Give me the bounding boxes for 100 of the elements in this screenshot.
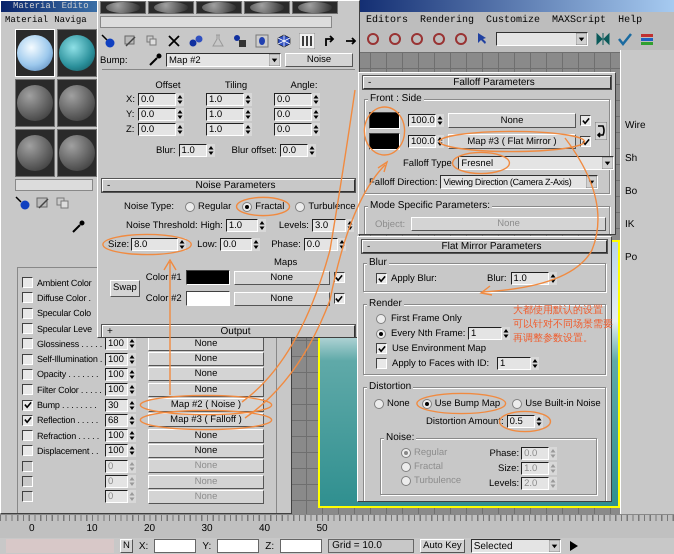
spinner-field[interactable]: 0.0 xyxy=(138,108,176,121)
spinner-arrows-icon[interactable] xyxy=(128,429,136,442)
cursor-icon[interactable] xyxy=(476,32,488,46)
horizontal-scrollbar[interactable] xyxy=(15,179,93,191)
spinner-arrows-icon[interactable] xyxy=(128,398,136,412)
arrow-pen-icon[interactable] xyxy=(35,196,51,210)
vertical-bars-icon[interactable] xyxy=(299,33,315,49)
falloff-direction-dropdown[interactable]: Viewing Direction (Camera Z-Axis) xyxy=(440,175,598,189)
rollout-toggle[interactable]: - xyxy=(364,77,378,88)
checkbox[interactable] xyxy=(22,368,33,380)
map-button[interactable]: None xyxy=(148,352,264,366)
map-type-button[interactable]: Noise xyxy=(285,53,353,67)
menu-item[interactable]: MAXScript xyxy=(552,15,606,26)
arrow-pen-icon[interactable] xyxy=(123,34,137,48)
spinner-arrows-icon[interactable] xyxy=(176,108,184,121)
spinner-field[interactable]: 100 xyxy=(105,337,128,350)
spinner-field[interactable]: 100 xyxy=(105,352,128,366)
coordinate-field[interactable] xyxy=(280,539,322,553)
align-icon[interactable] xyxy=(618,32,632,46)
radio-button[interactable] xyxy=(376,328,386,338)
spinner-arrows-icon[interactable] xyxy=(128,414,136,427)
layers-icon[interactable] xyxy=(640,32,654,46)
spinner-arrows-icon[interactable] xyxy=(244,123,252,136)
spinner-arrows-icon[interactable] xyxy=(176,93,184,106)
coordinate-field[interactable] xyxy=(154,539,196,553)
spinner-arrows-icon[interactable] xyxy=(252,238,260,251)
map-button[interactable]: Map #3 ( Flat Mirror ) xyxy=(448,134,576,149)
spinner-field[interactable]: 0.0 xyxy=(274,108,312,121)
checkbox[interactable] xyxy=(22,445,33,456)
spinner-field[interactable]: 0.0 xyxy=(274,123,312,136)
spinner-arrows-icon[interactable] xyxy=(244,93,252,106)
spinner-field[interactable]: 0.5 xyxy=(506,415,535,428)
spinner-arrows-icon[interactable] xyxy=(128,337,136,350)
spinner-arrows-icon[interactable] xyxy=(312,108,320,121)
checkbox[interactable] xyxy=(22,384,33,396)
spinner-field[interactable]: 0.0 xyxy=(138,93,176,106)
spinner-field[interactable]: 0.0 xyxy=(274,93,312,106)
dropdown-arrow-icon[interactable] xyxy=(576,33,587,45)
ball-disk-icon[interactable] xyxy=(233,34,247,48)
radio-button[interactable] xyxy=(422,398,432,408)
map-name-dropdown[interactable]: Map #2 xyxy=(166,53,281,67)
spinner-arrows-icon[interactable] xyxy=(176,123,184,136)
checkbox[interactable] xyxy=(580,115,591,126)
spinner-field[interactable]: 100 xyxy=(105,383,128,396)
spinner-field[interactable]: 1 xyxy=(497,357,531,370)
menu-item[interactable]: Naviga xyxy=(54,14,87,24)
horizontal-scrollbar[interactable] xyxy=(100,16,332,28)
rollout-header[interactable]: - Falloff Parameters xyxy=(363,76,611,89)
spinner-field[interactable]: 1.0 xyxy=(206,93,244,106)
spinner-field[interactable]: 100 xyxy=(105,429,128,442)
map-button[interactable]: None xyxy=(234,292,330,306)
spinner-field[interactable]: 1.0 xyxy=(178,144,207,157)
map-button[interactable]: None xyxy=(448,113,576,128)
copy-icon[interactable] xyxy=(55,196,71,210)
linked-balls-icon[interactable] xyxy=(189,34,203,48)
spinner-field[interactable]: 100 xyxy=(105,444,128,458)
map-button[interactable]: None xyxy=(148,428,264,443)
auto-key-button[interactable]: Auto Key xyxy=(420,539,465,553)
spinner-field[interactable]: 1.0 xyxy=(226,219,258,232)
radio-button[interactable] xyxy=(376,314,386,324)
spinner-field[interactable]: 0.0 xyxy=(280,144,308,157)
spinner-field[interactable]: 30 xyxy=(105,398,128,412)
color-swatch[interactable] xyxy=(369,133,400,150)
spinner-arrows-icon[interactable] xyxy=(502,327,510,340)
swap-button[interactable]: Swap xyxy=(110,280,140,296)
radio-label[interactable]: Use Built-in Noise xyxy=(525,398,601,409)
spinner-field[interactable]: 0.0 xyxy=(138,123,176,136)
spinner-arrows-icon[interactable] xyxy=(128,383,136,396)
map-button[interactable]: None xyxy=(148,382,264,397)
falloff-type-dropdown[interactable]: Fresnel xyxy=(458,156,614,170)
spinner-field[interactable]: 68 xyxy=(105,414,128,427)
cross-icon[interactable] xyxy=(167,34,181,48)
spinner-arrows-icon[interactable] xyxy=(128,444,136,458)
rollout-header[interactable]: - Flat Mirror Parameters xyxy=(362,240,607,253)
checkbox[interactable] xyxy=(22,400,33,411)
radio-label[interactable]: Regular xyxy=(198,201,232,212)
checkbox[interactable] xyxy=(22,277,33,288)
checkbox[interactable] xyxy=(22,354,33,365)
checkbox[interactable] xyxy=(22,414,33,426)
menu-item[interactable]: Material xyxy=(5,14,48,24)
sample-slot[interactable] xyxy=(57,29,97,77)
checkbox[interactable] xyxy=(22,323,33,334)
menu-item[interactable]: Customize xyxy=(486,15,540,26)
checkbox[interactable] xyxy=(22,292,33,304)
menu-item[interactable]: Editors xyxy=(366,15,408,26)
radio-button[interactable] xyxy=(374,398,384,408)
key-mode-dropdown[interactable]: Selected xyxy=(470,539,561,553)
spinner-field[interactable]: 0.0 xyxy=(220,238,252,251)
dropdown-arrow-icon[interactable] xyxy=(602,157,614,169)
spinner-arrows-icon[interactable] xyxy=(436,114,444,127)
spinner-field[interactable]: 100 xyxy=(105,368,128,381)
radio-button[interactable] xyxy=(295,202,306,212)
spinner-arrows-icon[interactable] xyxy=(312,123,320,136)
menu-item[interactable]: Rendering xyxy=(420,15,474,26)
checkbox-label[interactable]: Apply Blur: xyxy=(391,273,483,284)
color-swatch[interactable] xyxy=(369,112,400,129)
spinner-field[interactable]: 1.0 xyxy=(206,108,244,121)
coordinate-field[interactable] xyxy=(217,539,260,553)
checkbox[interactable] xyxy=(22,308,33,319)
spinner-field[interactable]: 8.0 xyxy=(131,238,178,251)
